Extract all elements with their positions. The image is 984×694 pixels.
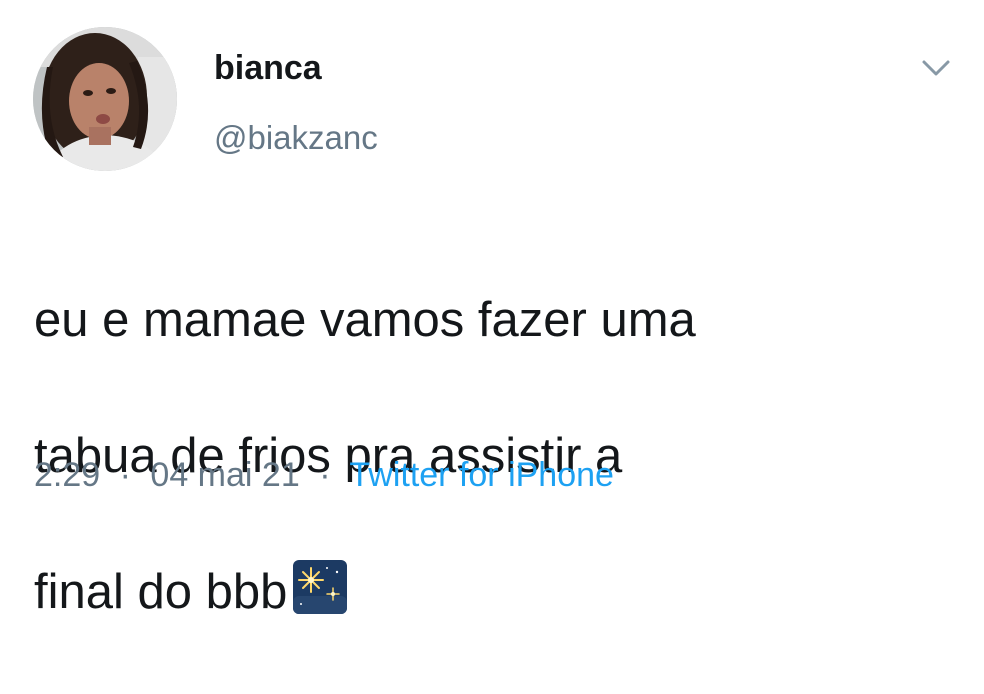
- tweet-text-line-text: final do bbb: [34, 565, 288, 619]
- sparkler-emoji-icon: [293, 560, 348, 614]
- meta-separator: ·: [319, 456, 331, 494]
- display-name[interactable]: bianca: [214, 46, 322, 90]
- user-handle[interactable]: @biakzanc: [214, 118, 378, 158]
- avatar-photo: [33, 27, 177, 171]
- tweet-meta: 2:29 · 04 mai 21 · Twitter for iPhone: [34, 452, 614, 498]
- chevron-down-icon[interactable]: [918, 54, 954, 82]
- tweet-text-line: eu e mamae vamos fazer uma: [34, 293, 696, 347]
- tweet-source-link[interactable]: Twitter for iPhone: [349, 456, 614, 494]
- tweet-time[interactable]: 2:29: [34, 456, 100, 494]
- tweet-text-line: final do bbb: [34, 558, 934, 626]
- tweet-card: bianca @biakzanc eu e mamae vamos fazer …: [0, 0, 984, 619]
- tweet-date[interactable]: 04 mai 21: [150, 456, 299, 494]
- avatar[interactable]: [33, 27, 177, 171]
- meta-separator: ·: [119, 456, 131, 494]
